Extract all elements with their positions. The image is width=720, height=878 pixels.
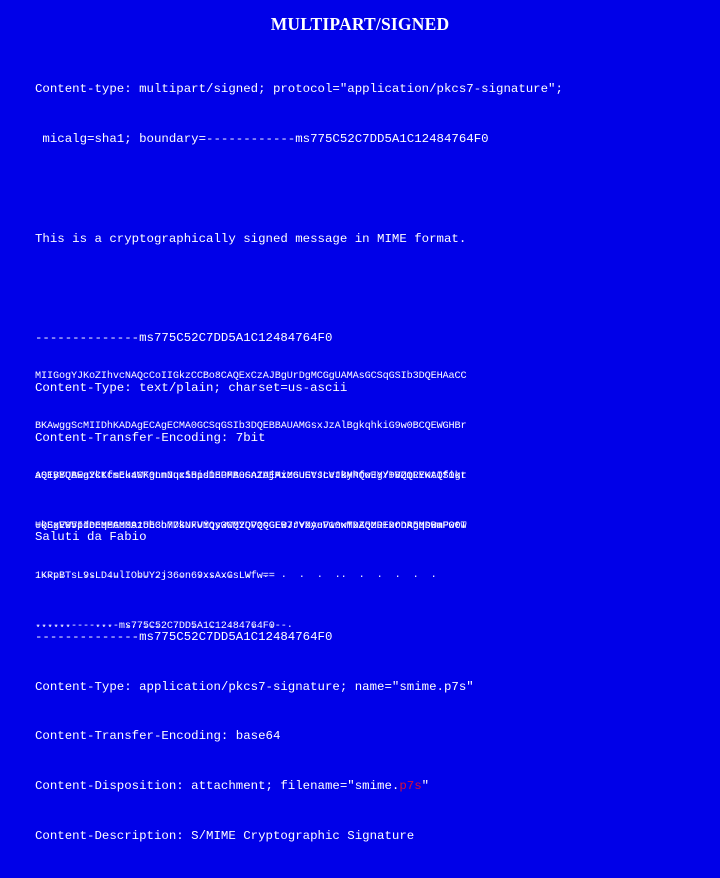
mime-header-content-type-multipart: Content-type: multipart/signed; protocol… (35, 82, 563, 97)
mime-header-content-type-pkcs7: Content-Type: application/pkcs7-signatur… (35, 679, 474, 694)
base64-line: BKAwggScMIIDhKADAgECAgECMA0GCSqGSIb3DQEB… (35, 420, 467, 432)
base64-line: +QSxE9VIIeeqEGMM9z5b3o77kNxViqy3WM2QPzsG… (35, 520, 467, 532)
mime-preamble-text: This is a cryptographically signed messa… (35, 231, 467, 246)
base64-line: 1KRpBTsL9sLD4ulIObUY2j36on69xsAxGsLWfw== (35, 570, 275, 582)
content-disposition-suffix: " (421, 779, 430, 794)
spacer-line-1 (35, 181, 705, 198)
base64-line: MIIGogYJKoZIhvcNAQcCoIIGkzCCBo8CAQExCzAJ… (35, 371, 467, 383)
mime-header-transfer-encoding-base64: Content-Transfer-Encoding: base64 (35, 729, 281, 744)
content-disposition-prefix: Content-Disposition: attachment; filenam… (35, 779, 400, 794)
p7s-highlight: p7s (399, 779, 422, 794)
spacer-line-2 (35, 280, 705, 297)
mime-header-content-disposition: Content-Disposition: attachment; filenam… (35, 778, 705, 795)
mime-header-micalg-boundary: micalg=sha1; boundary=------------ms775C… (35, 131, 489, 146)
slide-canvas: MULTIPART/SIGNED Content-type: multipart… (0, 0, 720, 843)
signature-base64-bottom-block: AQEBBQAEgYCKfsck4CKgnnJqx5Hisi8GFBuSnZAj… (35, 436, 707, 668)
mime-boundary-closing: --------------ms775C52C7DD5A1C12484764F0… (35, 620, 287, 632)
mime-header-content-description: Content-Description: S/MIME Cryptographi… (35, 828, 415, 843)
base64-line: AQEBBQAEgYCKfsck4CKgnnJqx5Hisi8GFBuSnZAj… (35, 471, 467, 483)
page-title: MULTIPART/SIGNED (270, 14, 450, 34)
